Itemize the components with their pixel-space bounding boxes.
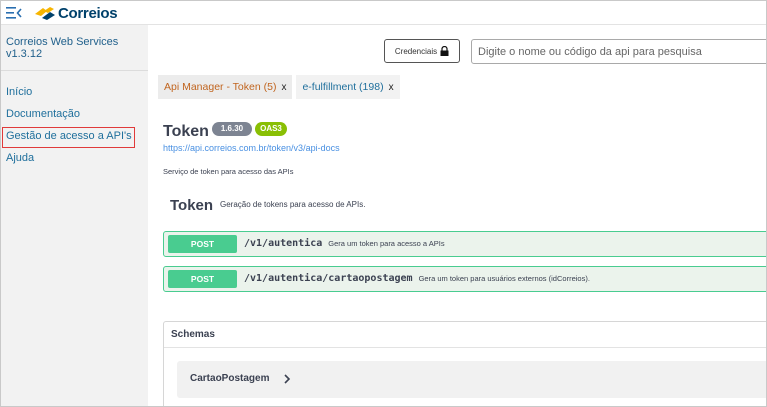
top-bar: Correios — [1, 1, 766, 25]
section-title: Token — [170, 197, 214, 214]
schemas-title[interactable]: Schemas — [171, 329, 215, 340]
credentials-button[interactable]: Credenciais — [384, 39, 460, 63]
tab-label: e-fulfillment (198) — [302, 81, 384, 93]
tab-api-manager-token[interactable]: Api Manager - Token (5) x — [158, 75, 293, 99]
schemas-section: Schemas CartaoPostagem — [163, 321, 766, 406]
api-docs-link[interactable]: https://api.correios.com.br/token/v3/api… — [163, 143, 340, 153]
operation-post-cartaopostagem[interactable]: POST /v1/autentica/cartaopostagem Gera um… — [163, 266, 766, 292]
main-content: Credenciais Api Manager - Token (5) x e-f… — [148, 25, 766, 406]
lock-icon — [440, 46, 449, 56]
version-badge: 1.6.30 — [212, 122, 252, 136]
tab-label: Api Manager - Token (5) — [164, 81, 277, 93]
credentials-label: Credenciais — [394, 46, 438, 56]
logo-text: Correios — [58, 4, 118, 22]
divider — [164, 347, 766, 348]
section-description: Geração de tokens para acesso de APIs. — [220, 200, 366, 209]
correios-logo-icon — [35, 7, 55, 20]
correios-logo[interactable]: Correios — [34, 3, 118, 23]
operation-path: /v1/autentica/cartaopostagem — [244, 273, 413, 284]
operation-summary: Gera um token para usuários externos (id… — [418, 274, 590, 283]
sidebar: Correios Web Services v1.3.12 Início Doc… — [1, 25, 148, 406]
oas-badge: OAS3 — [255, 122, 287, 136]
operation-summary: Gera um token para acesso a APIs — [328, 239, 445, 248]
menu-collapse-icon[interactable] — [6, 6, 22, 20]
api-tabs: Api Manager - Token (5) x e-fulfillment (… — [158, 75, 400, 99]
model-name: CartaoPostagem — [190, 373, 270, 384]
operation-path-row: /v1/autentica/cartaopostagem Gera um toke… — [244, 273, 590, 284]
operation-post-autentica[interactable]: POST /v1/autentica Gera um token para ace… — [163, 231, 766, 257]
schema-model-cartaopostagem[interactable]: CartaoPostagem — [177, 361, 766, 398]
tab-e-fulfillment[interactable]: e-fulfillment (198) x — [296, 75, 400, 99]
app-window: Correios Correios Web Services v1.3.12 I… — [0, 0, 767, 407]
chevron-right-icon[interactable] — [283, 374, 291, 384]
sidebar-item-ajuda[interactable]: Ajuda — [1, 147, 148, 169]
method-badge: POST — [168, 270, 237, 288]
sidebar-item-documentacao[interactable]: Documentação — [1, 103, 148, 125]
api-description: Serviço de token para acesso das APIs — [163, 167, 294, 176]
tab-close-icon[interactable]: x — [281, 82, 286, 93]
sidebar-nav: Início Documentação Gestão de acesso a A… — [1, 71, 148, 169]
sidebar-item-inicio[interactable]: Início — [1, 81, 148, 103]
sidebar-item-gestao-acesso[interactable]: Gestão de acesso a API's — [1, 125, 148, 148]
api-title: Token — [163, 123, 209, 140]
operation-path: /v1/autentica — [244, 238, 323, 249]
sidebar-header: Correios Web Services v1.3.12 — [1, 25, 148, 71]
tab-close-icon[interactable]: x — [389, 82, 394, 93]
method-badge: POST — [168, 235, 237, 253]
app-title: Correios Web Services — [6, 36, 119, 48]
operation-path-row: /v1/autentica Gera um token para acesso a… — [244, 238, 445, 249]
api-search-input[interactable] — [471, 39, 766, 64]
app-version: v1.3.12 — [6, 48, 43, 60]
